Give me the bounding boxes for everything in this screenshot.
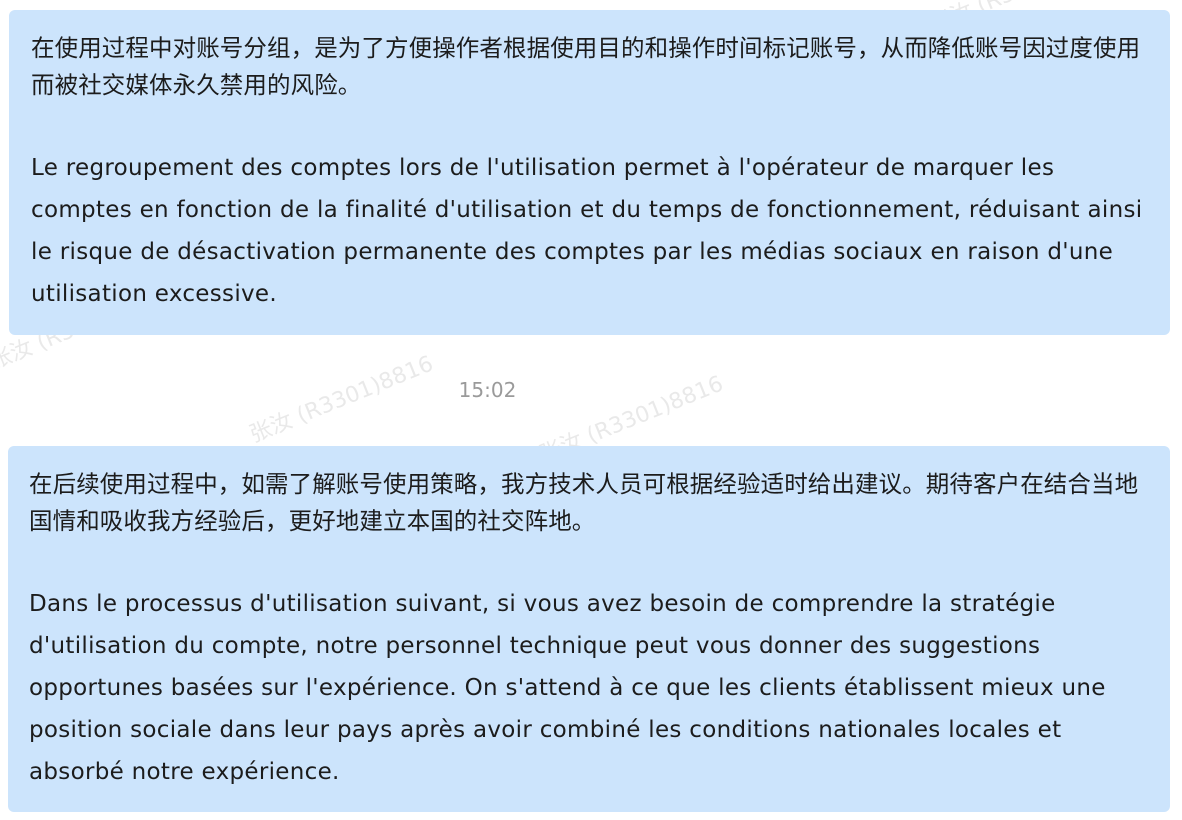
message-bubble[interactable]: 在后续使用过程中，如需了解账号使用策略，我方技术人员可根据经验适时给出建议。期待… (8, 446, 1170, 812)
message-text-french: Le regroupement des comptes lors de l'ut… (31, 155, 1143, 307)
message-timestamp: 15:02 (458, 378, 517, 402)
message-bubble[interactable]: 在使用过程中对账号分组，是为了方便操作者根据使用目的和操作时间标记账号，从而降低… (9, 10, 1170, 335)
message-text-chinese: 在后续使用过程中，如需了解账号使用策略，我方技术人员可根据经验适时给出建议。期待… (29, 470, 1139, 535)
message-text-chinese: 在使用过程中对账号分组，是为了方便操作者根据使用目的和操作时间标记账号，从而降低… (31, 34, 1141, 99)
message-text-french: Dans le processus d'utilisation suivant,… (29, 591, 1106, 785)
